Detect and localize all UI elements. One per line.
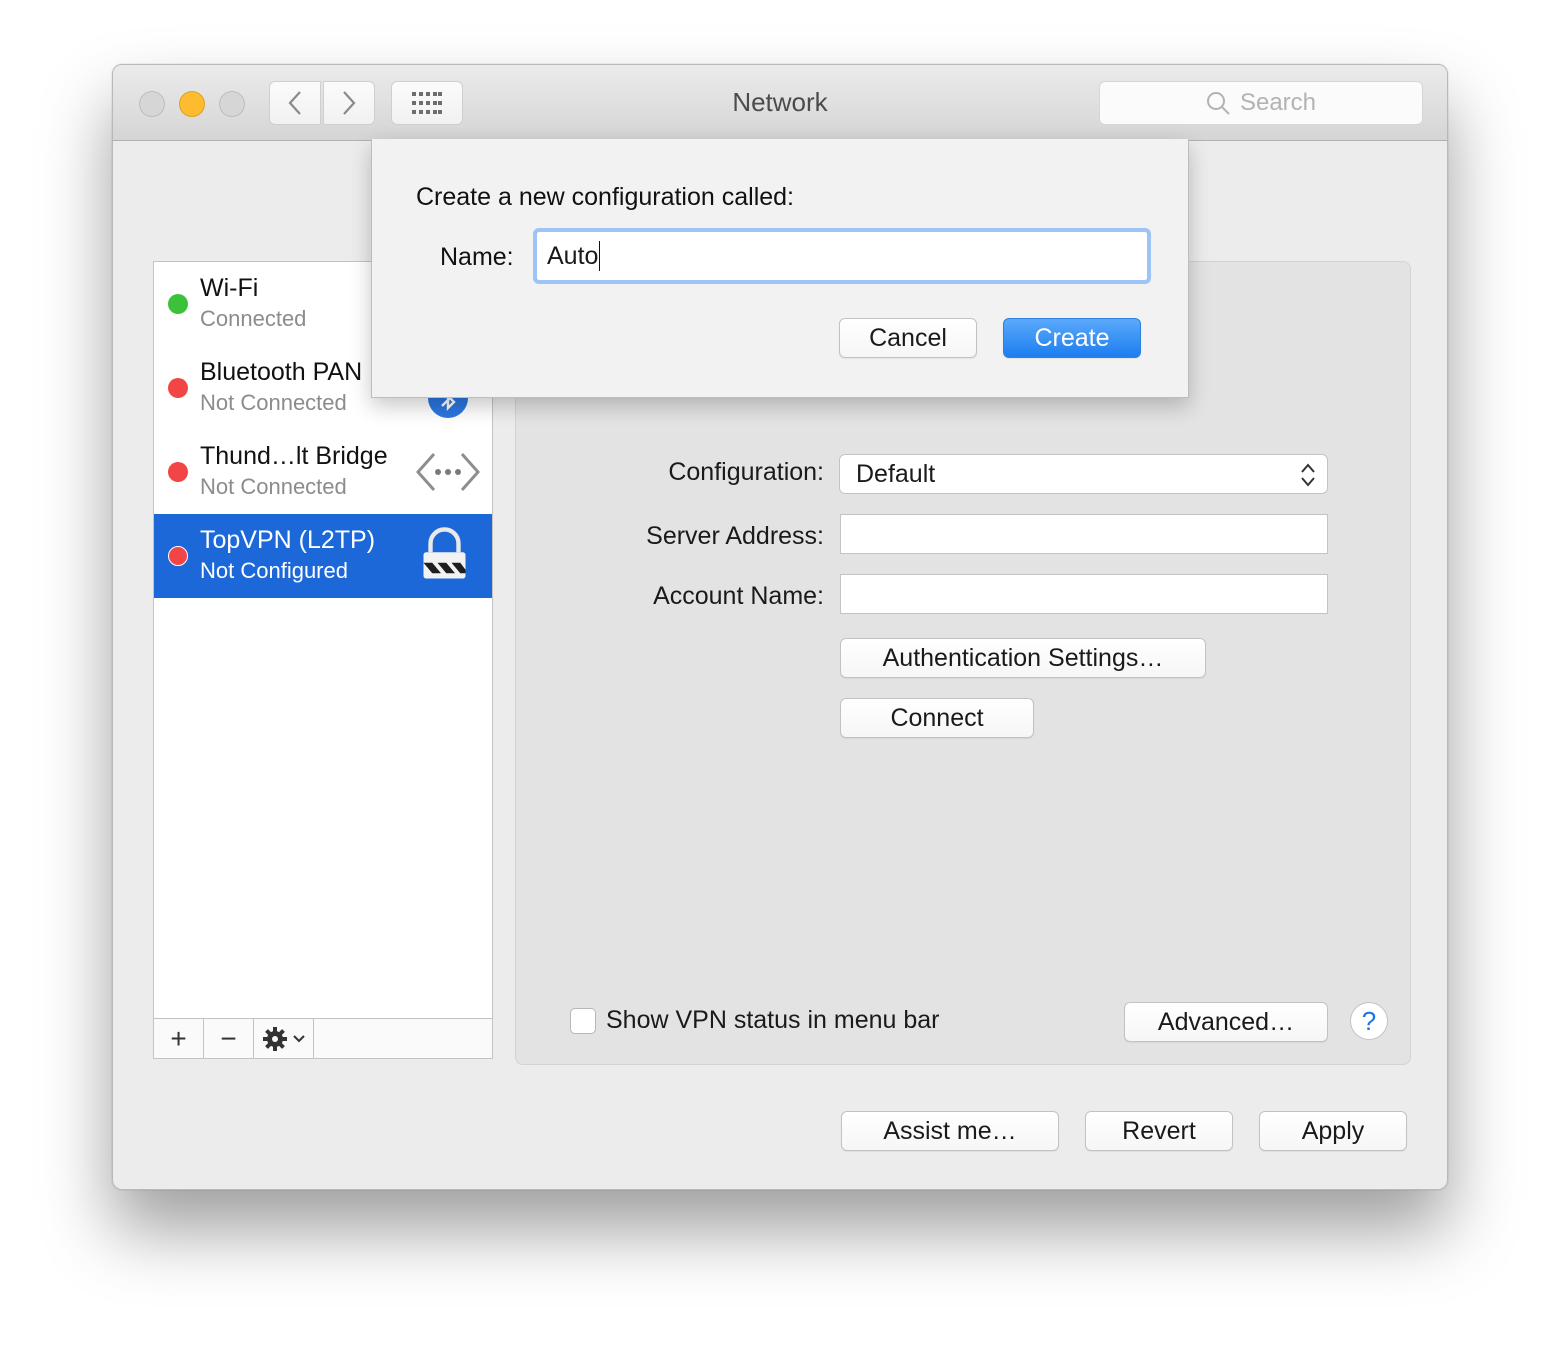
status-dot-not-connected [168, 462, 188, 482]
revert-label: Revert [1122, 1116, 1196, 1145]
configuration-popup[interactable]: Default [839, 454, 1328, 494]
add-service-button[interactable]: + [154, 1019, 204, 1058]
authentication-settings-label: Authentication Settings… [882, 643, 1164, 672]
chevron-down-icon [292, 1034, 305, 1042]
service-status: Not Configured [200, 558, 348, 583]
name-label: Name: [440, 243, 514, 271]
service-name: TopVPN (L2TP) [200, 526, 376, 554]
advanced-label: Advanced… [1157, 1007, 1295, 1036]
configuration-label: Configuration: [668, 458, 824, 486]
apply-button[interactable]: Apply [1259, 1111, 1407, 1151]
service-status: Not Connected [200, 390, 347, 415]
service-name: Bluetooth PAN [200, 358, 363, 386]
help-button[interactable]: ? [1350, 1002, 1388, 1040]
service-actions-menu[interactable] [254, 1019, 314, 1058]
service-name: Thund…lt Bridge [200, 442, 388, 470]
new-configuration-sheet: Create a new configuration called: Name:… [371, 139, 1189, 398]
service-item-thunderbolt-bridge[interactable]: Thund…lt Bridge Not Connected [154, 430, 492, 514]
account-name-field[interactable] [840, 574, 1328, 614]
title-bar: Network Search [113, 65, 1447, 141]
service-list-toolbar: + − [154, 1018, 492, 1058]
up-down-arrows-icon [1301, 463, 1315, 487]
remove-label: − [220, 1022, 237, 1054]
create-label: Create [1034, 323, 1110, 352]
sheet-title: Create a new configuration called: [416, 183, 795, 211]
thunderbolt-bridge-icon [416, 453, 480, 491]
server-address-field[interactable] [840, 514, 1328, 554]
server-address-label: Server Address: [646, 522, 824, 550]
service-status: Not Connected [200, 474, 347, 499]
cancel-button[interactable]: Cancel [839, 318, 977, 358]
revert-button[interactable]: Revert [1085, 1111, 1233, 1151]
add-label: + [170, 1022, 187, 1054]
service-item-topvpn[interactable]: TopVPN (L2TP) Not Configured [154, 514, 492, 598]
connect-button[interactable]: Connect [840, 698, 1034, 738]
connect-label: Connect [890, 703, 984, 732]
text-caret [599, 241, 601, 271]
apply-label: Apply [1301, 1116, 1365, 1145]
service-name: Wi-Fi [200, 274, 259, 302]
authentication-settings-button[interactable]: Authentication Settings… [840, 638, 1206, 678]
service-status: Connected [200, 306, 307, 331]
gear-icon [262, 1026, 287, 1051]
remove-service-button[interactable]: − [204, 1019, 254, 1058]
create-button[interactable]: Create [1003, 318, 1141, 358]
advanced-button[interactable]: Advanced… [1124, 1002, 1328, 1042]
status-dot-not-connected [168, 378, 188, 398]
search-field[interactable]: Search [1099, 81, 1423, 125]
show-vpn-status-checkbox[interactable] [570, 1008, 596, 1034]
account-name-label: Account Name: [653, 582, 824, 610]
vpn-lock-icon [423, 527, 466, 579]
search-placeholder: Search [1239, 89, 1317, 116]
help-icon: ? [1361, 1005, 1377, 1036]
show-vpn-status-label: Show VPN status in menu bar [606, 1006, 940, 1034]
status-dot-connected [168, 294, 188, 314]
assist-me-label: Assist me… [883, 1116, 1017, 1145]
status-dot-not-configured [168, 546, 188, 566]
search-icon [1206, 92, 1230, 115]
cancel-label: Cancel [869, 323, 947, 352]
configuration-value: Default [856, 459, 936, 488]
assist-me-button[interactable]: Assist me… [841, 1111, 1059, 1151]
configuration-name-value: Auto [547, 241, 599, 270]
configuration-name-input[interactable]: Auto [533, 228, 1151, 284]
